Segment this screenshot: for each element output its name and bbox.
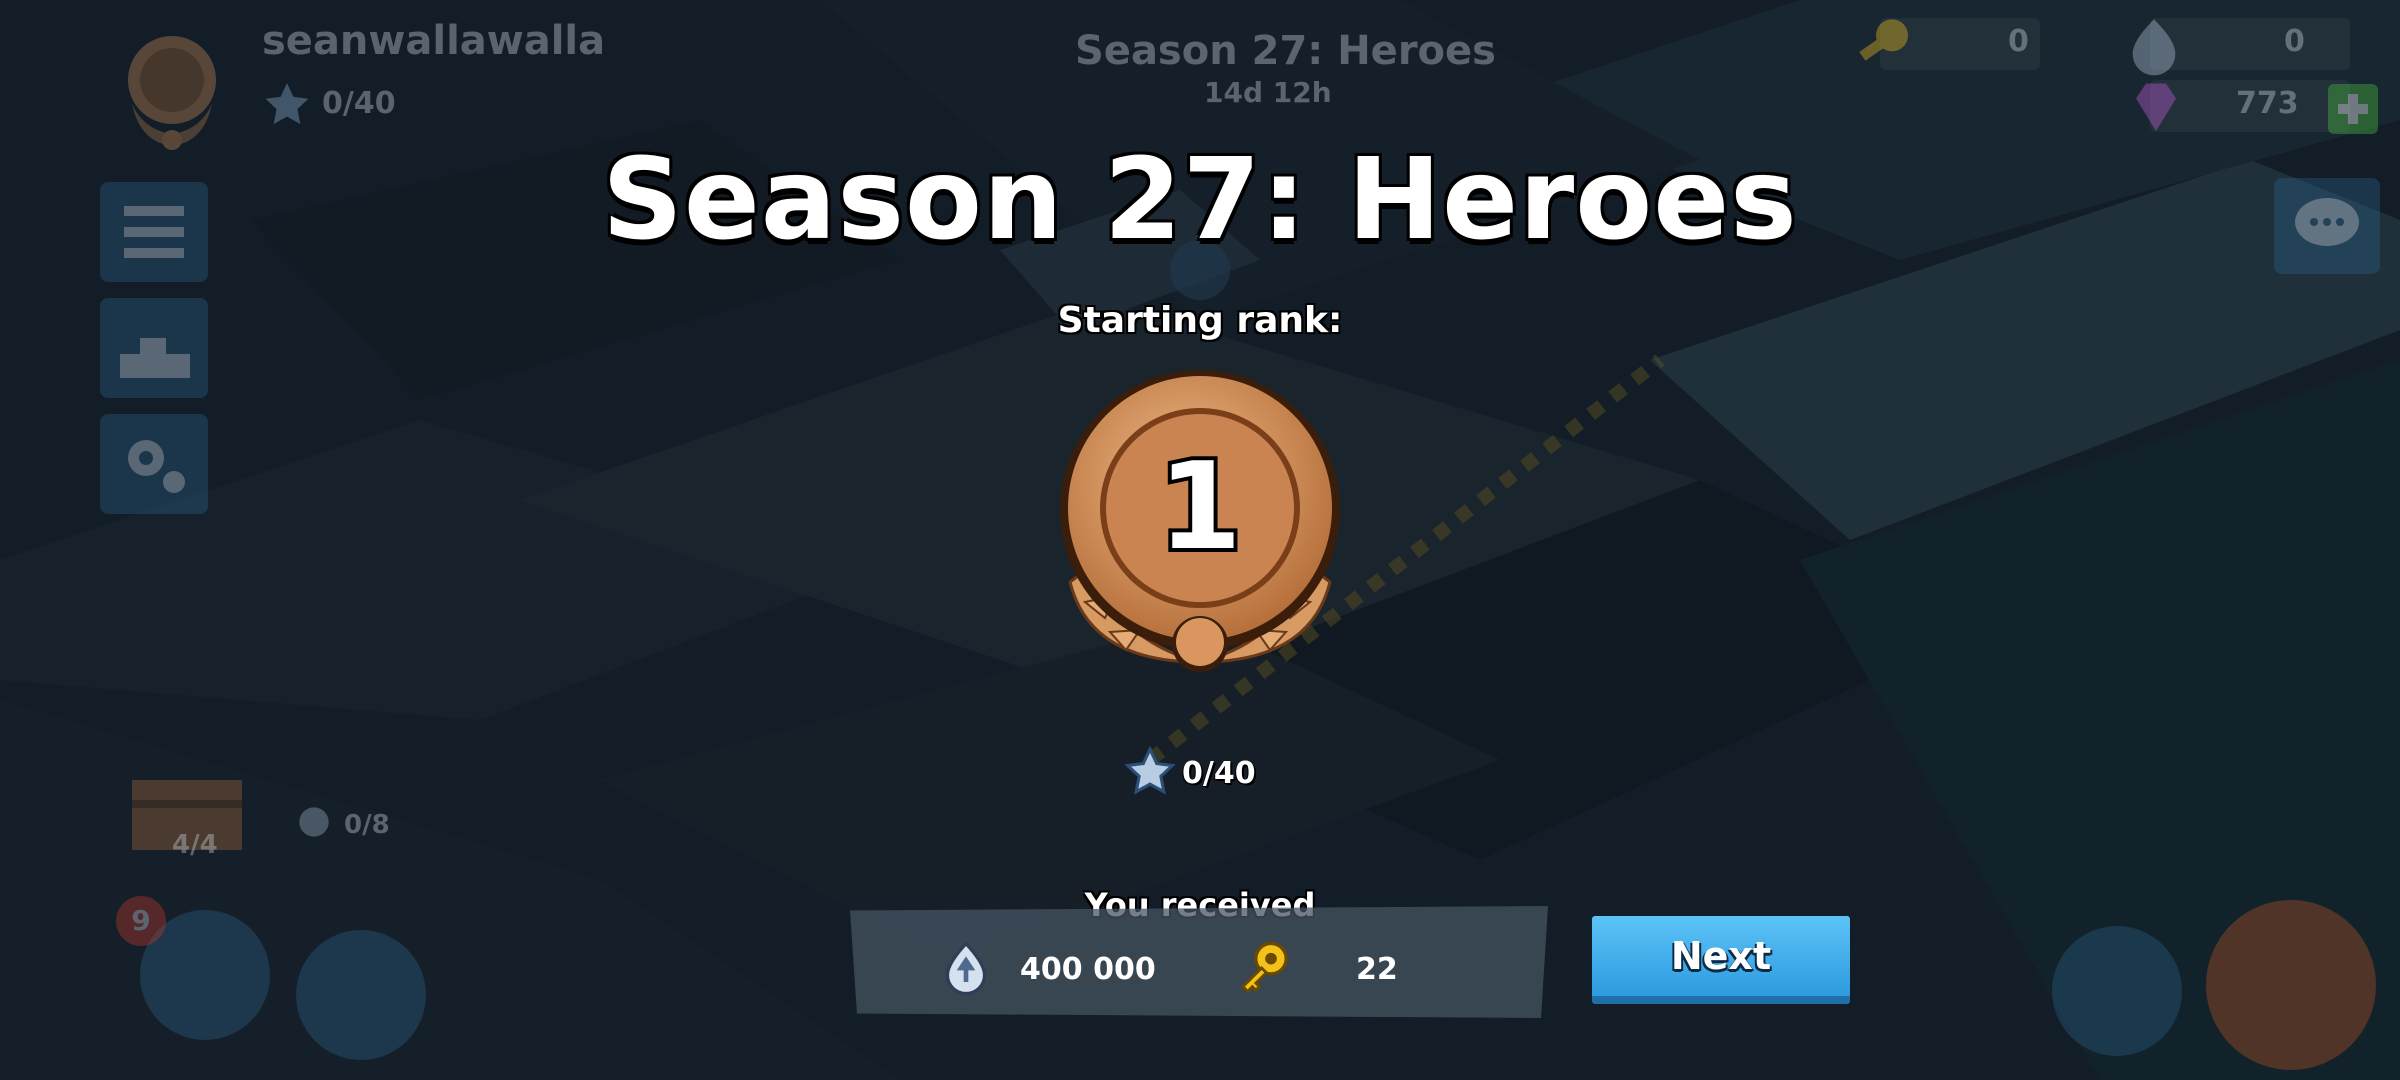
machine-part-icon [299,807,329,837]
intel-medal-icon [945,940,987,996]
chest-progress: 4/4 [172,830,218,860]
gear-icon [128,440,185,493]
intel-medal-icon [2132,19,2176,76]
player-username: seanwallawalla [262,18,606,64]
diamonds-value: 773 [2236,86,2299,121]
diamond-icon [2136,83,2176,131]
reward-keys-value: 22 [1356,952,1398,987]
star-icon [1124,746,1176,795]
rank-star-progress: 0/40 [1182,756,1256,791]
hud-season-time: 14d 12h [1204,76,1332,109]
hud-season-title: Season 27: Heroes [1075,28,1496,74]
season-title: Season 27: Heroes [602,135,1798,265]
next-button[interactable]: Next [1592,916,1850,1004]
star-icon [265,83,309,124]
attack-button[interactable] [2206,900,2376,1070]
plus-icon [2338,94,2368,124]
medals-value: 0 [2284,24,2305,59]
settings-button[interactable] [100,414,208,514]
gold-key-icon [1859,19,1908,61]
reward-medals-value: 400 000 [1020,952,1156,987]
keys-value: 0 [2008,24,2029,59]
parts-progress: 0/8 [344,810,390,840]
upgrade-button[interactable] [296,930,426,1060]
map-button[interactable] [2052,926,2182,1056]
bronze-rank-medal-icon: 1 [1060,370,1340,672]
starting-rank-label: Starting rank: [1057,300,1343,341]
gold-key-icon [1241,941,1288,994]
player-star-progress: 0/40 [322,86,396,121]
add-diamonds-button[interactable] [2328,84,2378,134]
medal-rank-number: 1 [1158,438,1242,577]
